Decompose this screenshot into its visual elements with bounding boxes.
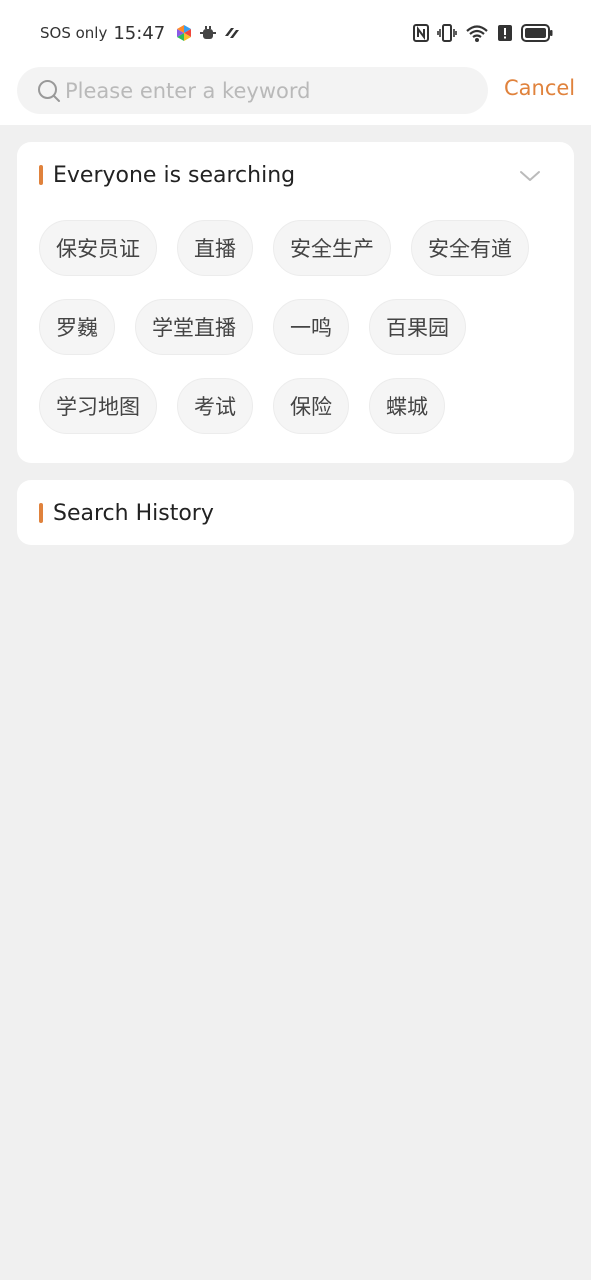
hot-search-tags: 保安员证 直播 安全生产 安全有道 罗巍 学堂直播 一鸣 百果园 学习地图 考试… <box>39 220 559 457</box>
tag-row: 保安员证 直播 安全生产 安全有道 <box>39 220 559 276</box>
hot-search-tag[interactable]: 罗巍 <box>39 299 115 355</box>
hot-search-tag[interactable]: 一鸣 <box>273 299 349 355</box>
accent-bar <box>39 165 43 185</box>
nfc-icon <box>413 24 429 42</box>
search-icon <box>38 80 60 102</box>
search-input[interactable] <box>65 67 475 114</box>
search-history-card: Search History <box>17 480 574 545</box>
hot-search-tag[interactable]: 直播 <box>177 220 253 276</box>
android-bug-icon <box>200 26 217 39</box>
hot-searches-card: Everyone is searching 保安员证 直播 安全生产 安全有道 … <box>17 142 574 463</box>
hot-search-tag[interactable]: 考试 <box>177 378 253 434</box>
alert-icon <box>498 25 512 41</box>
section-title: Search History <box>53 500 214 526</box>
wifi-icon <box>466 25 488 42</box>
chevron-down-icon[interactable] <box>518 164 542 188</box>
link-icon <box>225 28 240 38</box>
search-history-header: Search History <box>39 498 214 528</box>
section-title: Everyone is searching <box>53 162 296 188</box>
hot-search-tag[interactable]: 安全有道 <box>411 220 529 276</box>
hot-search-tag[interactable]: 保险 <box>273 378 349 434</box>
hot-search-tag[interactable]: 安全生产 <box>273 220 391 276</box>
accent-bar <box>39 503 43 523</box>
vibrate-icon <box>437 24 457 42</box>
status-left: SOS only 15:47 <box>40 20 241 46</box>
tag-row: 学习地图 考试 保险 蝶城 <box>39 378 559 434</box>
cancel-button[interactable]: Cancel <box>504 76 575 106</box>
status-time: 15:47 <box>113 22 166 44</box>
hot-search-tag[interactable]: 学堂直播 <box>135 299 253 355</box>
tag-row: 罗巍 学堂直播 一鸣 百果园 <box>39 299 559 355</box>
hot-search-tag[interactable]: 保安员证 <box>39 220 157 276</box>
status-right <box>413 20 553 46</box>
top-area: SOS only 15:47 Please enter a keyword Ca… <box>0 0 591 125</box>
search-box[interactable] <box>17 67 488 114</box>
colorful-app-icon <box>177 25 192 41</box>
battery-icon <box>521 24 553 42</box>
hot-search-tag[interactable]: 学习地图 <box>39 378 157 434</box>
hot-searches-header: Everyone is searching <box>39 160 295 190</box>
hot-search-tag[interactable]: 百果园 <box>369 299 466 355</box>
carrier-label: SOS only <box>40 24 108 42</box>
hot-search-tag[interactable]: 蝶城 <box>369 378 445 434</box>
status-bar: SOS only 15:47 <box>0 0 591 62</box>
